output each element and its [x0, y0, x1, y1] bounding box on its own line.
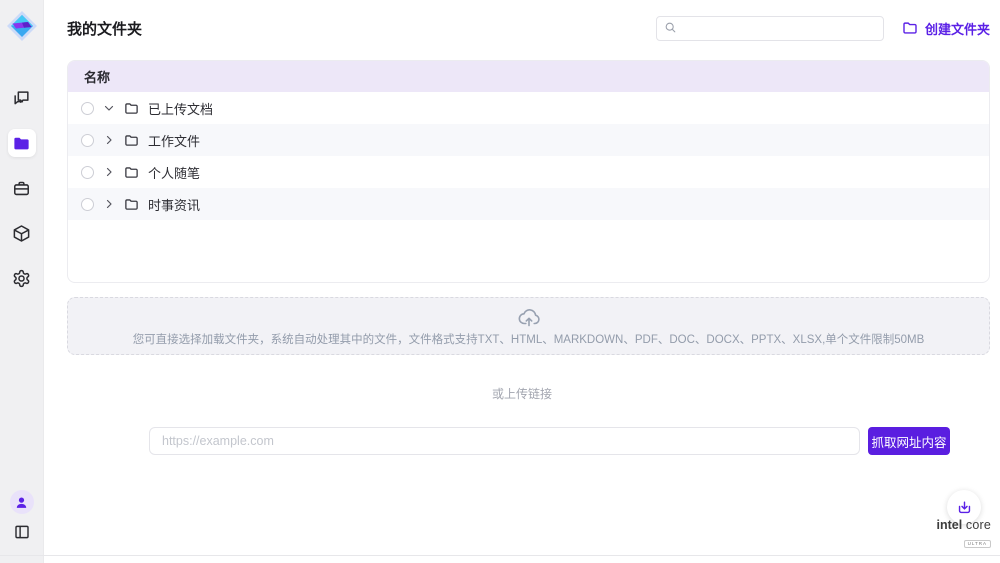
download-icon [956, 499, 973, 516]
sidebar [0, 0, 44, 563]
folder-name[interactable]: 时事资讯 [148, 195, 200, 214]
panel-toggle-icon [13, 523, 31, 541]
create-folder-button[interactable]: 创建文件夹 [902, 19, 990, 38]
folder-icon [124, 101, 139, 116]
chevron-right-icon[interactable] [103, 166, 115, 178]
folder-name[interactable]: 工作文件 [148, 131, 200, 150]
folder-icon [12, 134, 31, 153]
sidebar-bottom [10, 490, 34, 541]
row-checkbox[interactable] [81, 198, 94, 211]
app-logo-icon[interactable] [6, 10, 38, 42]
search-input[interactable] [656, 16, 884, 41]
fetch-url-button[interactable]: 抓取网址内容 [868, 427, 950, 455]
folder-name[interactable]: 个人随笔 [148, 163, 200, 182]
folder-table: 名称 已上传文档 工作文件 [67, 60, 990, 283]
folder-icon [124, 133, 139, 148]
cloud-upload-icon [517, 306, 541, 328]
url-input[interactable] [149, 427, 860, 455]
row-checkbox[interactable] [81, 102, 94, 115]
cube-icon [12, 224, 31, 243]
name-column-header: 名称 [84, 67, 110, 86]
sidebar-item-models[interactable] [8, 219, 36, 247]
create-folder-icon [902, 20, 918, 36]
folder-name[interactable]: 已上传文档 [148, 99, 213, 118]
intel-ultra-badge: ULTRA [964, 540, 991, 548]
folder-rows: 已上传文档 工作文件 个人随笔 [68, 92, 989, 220]
chat-icon [12, 89, 31, 108]
table-row[interactable]: 时事资讯 [68, 188, 989, 220]
search-icon [664, 21, 677, 34]
upload-dropzone[interactable]: 您可直接选择加载文件夹，系统自动处理其中的文件，文件格式支持TXT、HTML、M… [67, 297, 990, 355]
sidebar-item-workspace[interactable] [8, 174, 36, 202]
intel-product-text: core [966, 518, 991, 532]
url-upload-row: 抓取网址内容 [149, 427, 950, 455]
user-icon [14, 495, 29, 510]
window-bottom-divider [0, 555, 1000, 556]
user-avatar[interactable] [10, 490, 34, 514]
panel-toggle-button[interactable] [13, 523, 31, 541]
page-title: 我的文件夹 [67, 18, 142, 39]
table-row[interactable]: 已上传文档 [68, 92, 989, 124]
table-row[interactable]: 个人随笔 [68, 156, 989, 188]
folder-icon [124, 165, 139, 180]
gear-icon [12, 269, 31, 288]
row-checkbox[interactable] [81, 166, 94, 179]
sidebar-item-settings[interactable] [8, 264, 36, 292]
or-upload-link-label: 或上传链接 [44, 385, 1000, 402]
upload-hint: 您可直接选择加载文件夹，系统自动处理其中的文件，文件格式支持TXT、HTML、M… [133, 331, 925, 347]
intel-brand-text: intel [936, 518, 962, 532]
sidebar-nav [8, 84, 36, 292]
table-row[interactable]: 工作文件 [68, 124, 989, 156]
chevron-down-icon[interactable] [103, 102, 115, 114]
app-window: 我的文件夹 创建文件夹 名称 [0, 0, 1000, 563]
create-folder-label: 创建文件夹 [925, 19, 990, 38]
main-content: 我的文件夹 创建文件夹 名称 [44, 0, 1000, 563]
chevron-right-icon[interactable] [103, 198, 115, 210]
briefcase-icon [12, 179, 31, 198]
sidebar-item-folders[interactable] [8, 129, 36, 157]
chevron-right-icon[interactable] [103, 134, 115, 146]
search-box [656, 16, 884, 41]
table-header: 名称 [68, 61, 989, 92]
intel-core-logo: intel core ULTRA [936, 518, 991, 550]
page-header: 我的文件夹 创建文件夹 [44, 0, 1000, 56]
sidebar-item-chat[interactable] [8, 84, 36, 112]
row-checkbox[interactable] [81, 134, 94, 147]
folder-icon [124, 197, 139, 212]
